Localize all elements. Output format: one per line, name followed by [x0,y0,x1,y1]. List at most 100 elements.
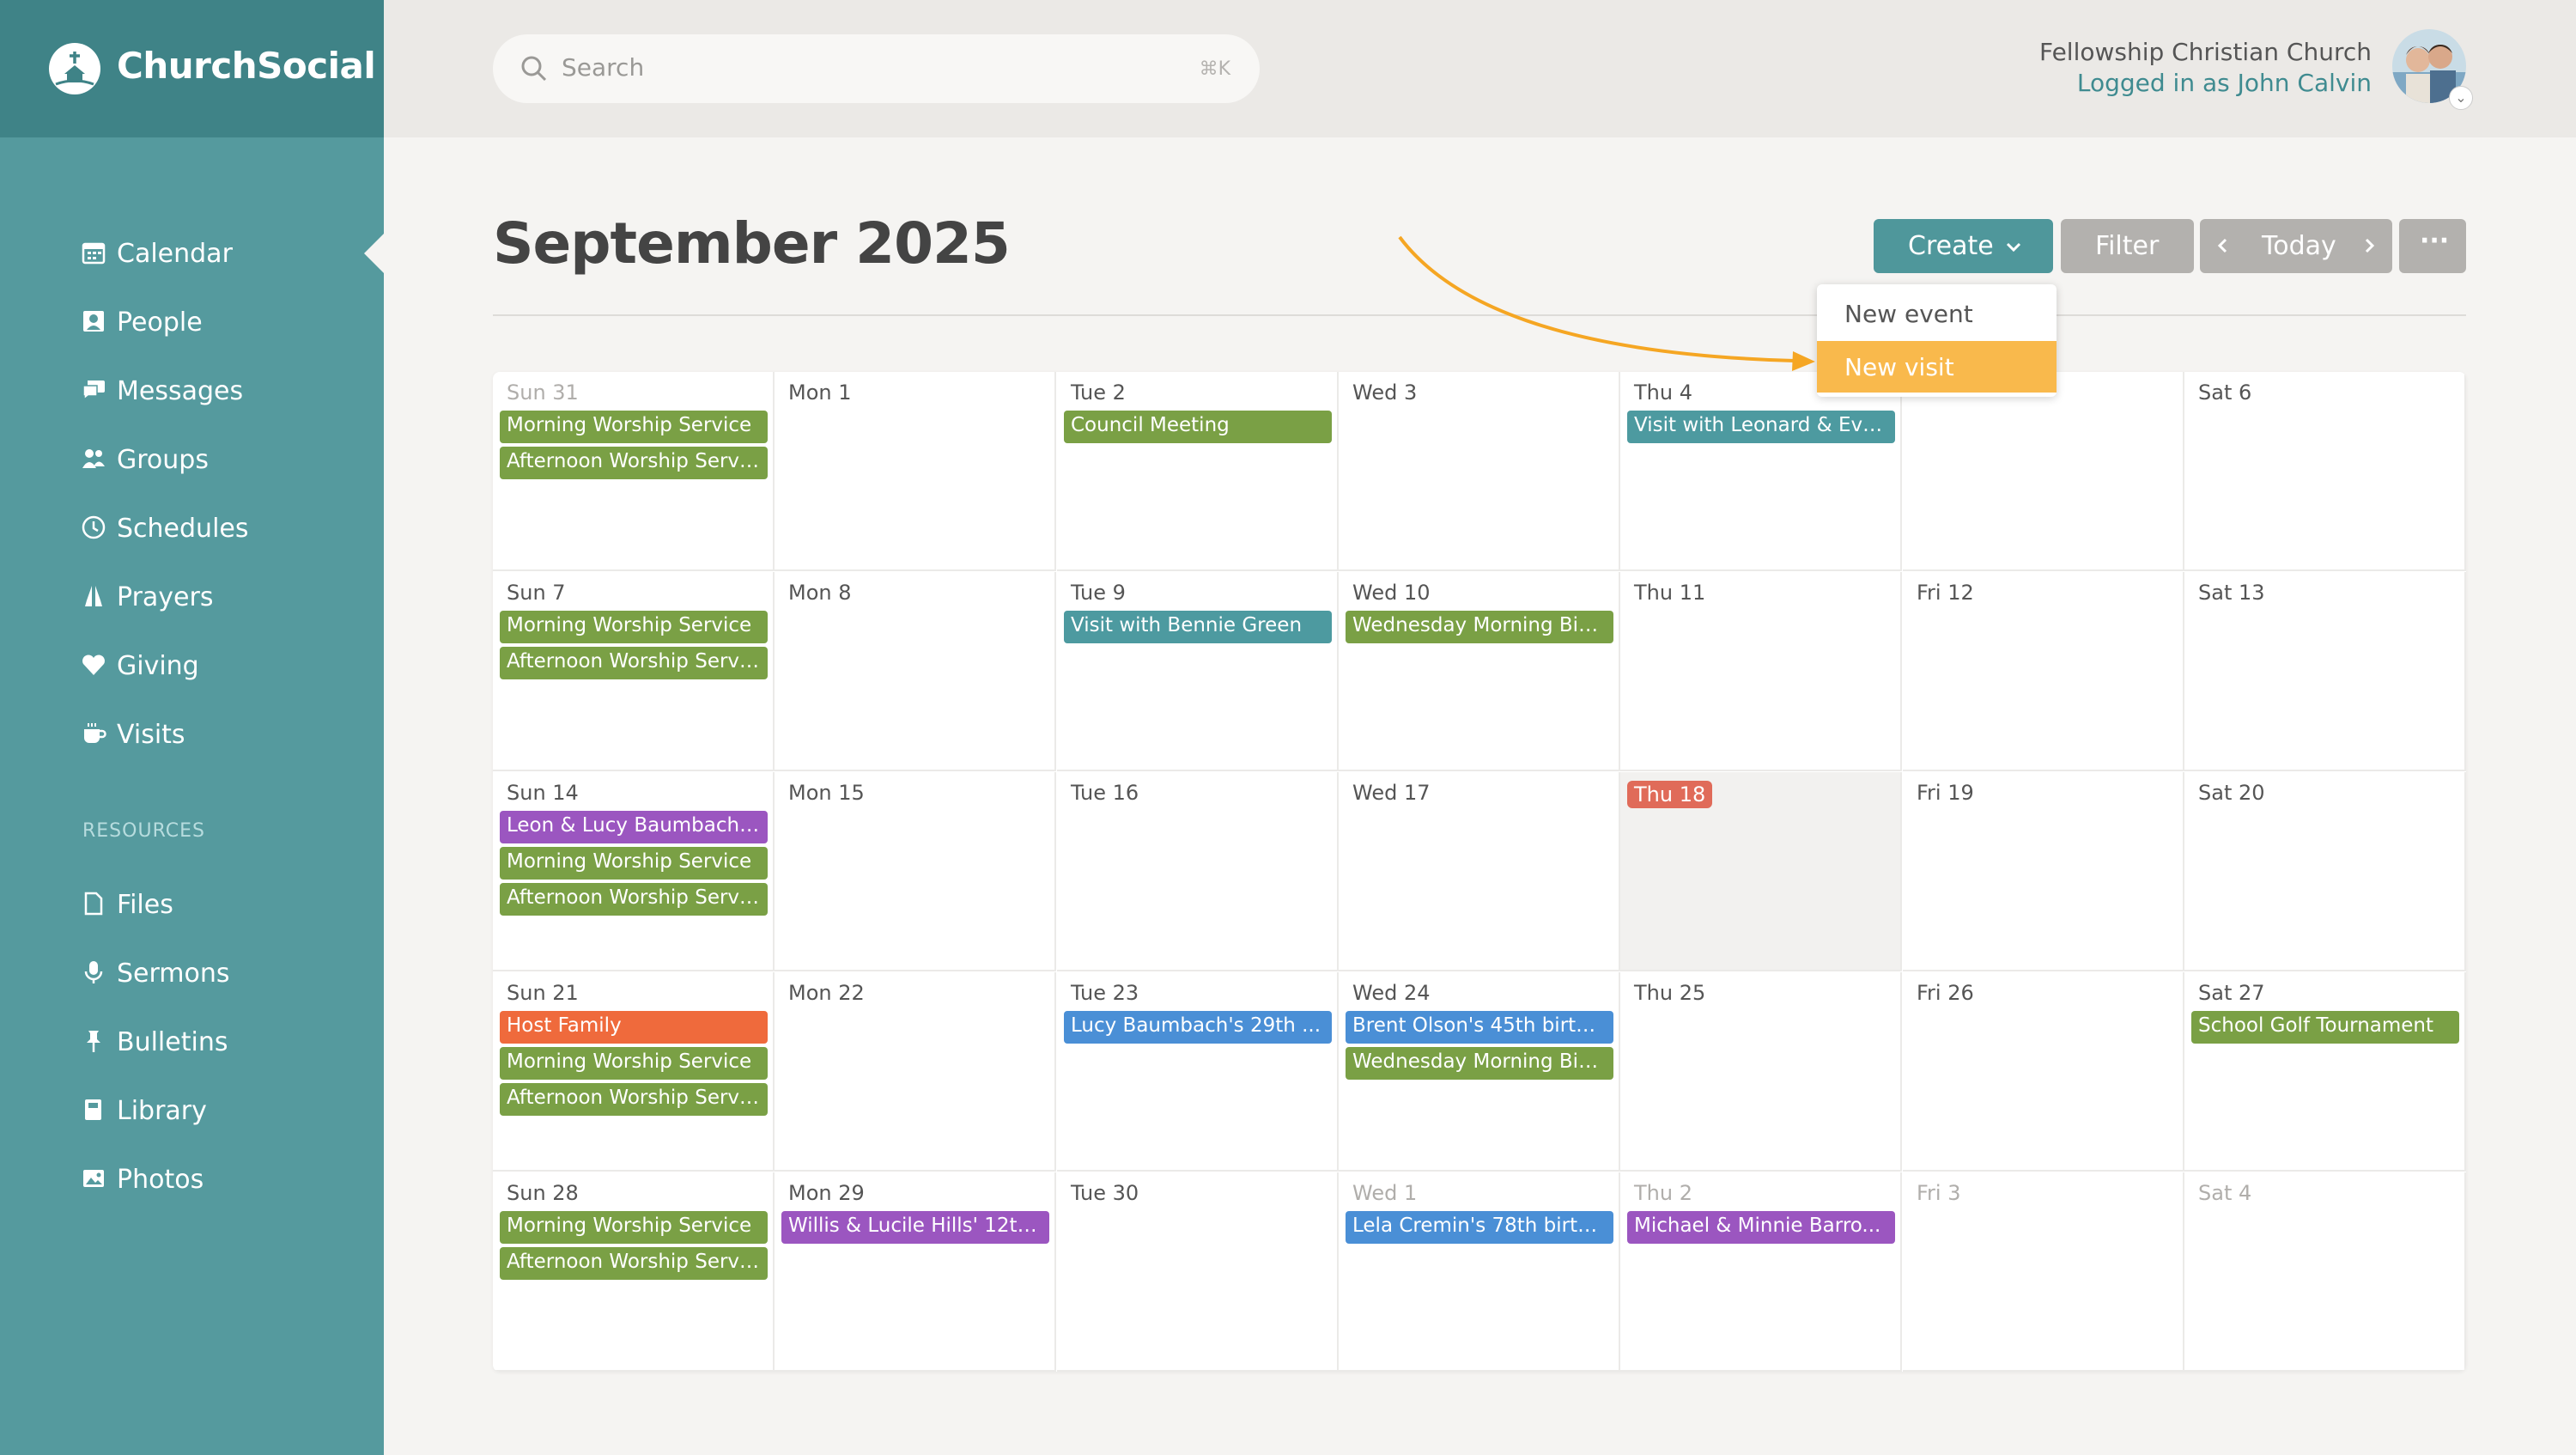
calendar-day-cell[interactable]: Wed 3 [1339,372,1620,571]
calendar-day-cell[interactable]: Fri 19 [1903,772,2184,971]
day-date-label: Sun 14 [507,781,579,805]
more-options-button[interactable]: ··· [2399,219,2466,273]
calendar-event[interactable]: Morning Worship Service [500,411,768,443]
calendar-day-cell[interactable]: Mon 29 Willis & Lucile Hills' 12th... [775,1172,1056,1372]
calendar-event[interactable]: School Golf Tournament [2191,1011,2459,1044]
calendar-day-cell[interactable]: Wed 24 Brent Olson's 45th birth... Wednesd… [1339,972,1620,1172]
calendar-event[interactable]: Morning Worship Service [500,1211,768,1244]
day-date-label: Mon 22 [788,981,865,1005]
calendar-day-cell[interactable]: Wed 17 [1339,772,1620,971]
day-date-label: Mon 29 [788,1181,865,1205]
menu-item-new-visit[interactable]: New visit [1817,341,2057,393]
menu-item-new-event[interactable]: New event [1817,288,2057,339]
calendar-day-cell[interactable]: Thu 11 [1620,572,1902,771]
chevron-right-icon[interactable] [2360,236,2379,255]
calendar-event[interactable]: Council Meeting [1064,411,1332,443]
calendar-day-cell[interactable]: Wed 10 Wednesday Morning Bib... [1339,572,1620,771]
sidebar-item-prayers[interactable]: Prayers [0,569,384,629]
sidebar-item-photos[interactable]: Photos [0,1151,384,1211]
chevron-down-icon[interactable]: ⌄ [2449,86,2473,110]
calendar-day-cell[interactable]: Thu 18 [1620,772,1902,971]
filter-button[interactable]: Filter [2061,219,2194,273]
calendar-day-cell[interactable]: Sat 13 [2184,572,2466,771]
calendar-day-cell[interactable]: Sat 4 [2184,1172,2466,1372]
sidebar-item-label: Visits [117,720,185,750]
calendar-day-cell[interactable]: Fri 12 [1903,572,2184,771]
logged-in-user[interactable]: Logged in as John Calvin [2077,69,2372,97]
create-button[interactable]: Create [1874,219,2053,273]
sidebar-item-label: Calendar [117,239,233,269]
calendar-day-cell[interactable]: Tue 16 [1057,772,1339,971]
calendar-day-cell[interactable]: Sun 14 Leon & Lucy Baumbach'... Morning Wo… [493,772,775,971]
sidebar-item-calendar[interactable]: Calendar [0,225,384,285]
calendar-day-cell[interactable]: Sat 27 School Golf Tournament [2184,972,2466,1172]
calendar-event[interactable]: Leon & Lucy Baumbach'... [500,811,768,843]
sidebar-item-messages[interactable]: Messages [0,362,384,423]
calendar-event[interactable]: Lucy Baumbach's 29th ... [1064,1011,1332,1044]
day-date-label: Tue 23 [1071,981,1139,1005]
calendar-day-cell[interactable]: Mon 8 [775,572,1056,771]
calendar-day-cell[interactable]: Sat 6 [2184,372,2466,571]
sidebar-item-people[interactable]: People [0,294,384,354]
calendar-event[interactable]: Afternoon Worship Servi... [500,1083,768,1116]
calendar-event[interactable]: Wednesday Morning Bib... [1346,1047,1613,1080]
sidebar-item-groups[interactable]: Groups [0,431,384,491]
search-input[interactable]: Search ⌘K [493,34,1260,103]
calendar-event[interactable]: Afternoon Worship Servi... [500,1247,768,1280]
calendar-event[interactable]: Willis & Lucile Hills' 12th... [781,1211,1049,1244]
calendar-day-cell[interactable]: Sun 28 Morning Worship Service Afternoon W… [493,1172,775,1372]
calendar-event[interactable]: Afternoon Worship Servi... [500,447,768,479]
calendar-day-cell[interactable]: Sun 31 Morning Worship Service Afternoon W… [493,372,775,571]
sidebar-item-library[interactable]: Library [0,1082,384,1142]
calendar-day-cell[interactable]: Fri 3 [1903,1172,2184,1372]
calendar-day-cell[interactable]: Tue 30 [1057,1172,1339,1372]
sidebar-item-label: People [117,307,203,338]
calendar-event[interactable]: Brent Olson's 45th birth... [1346,1011,1613,1044]
calendar-day-cell[interactable]: Fri 26 [1903,972,2184,1172]
calendar-day-cell[interactable]: Sat 20 [2184,772,2466,971]
day-date-label: Tue 30 [1071,1181,1139,1205]
sidebar-item-schedules[interactable]: Schedules [0,500,384,560]
calendar-day-cell[interactable]: Mon 1 [775,372,1056,571]
calendar-event[interactable]: Visit with Bennie Green [1064,611,1332,643]
calendar-day-cell[interactable]: Tue 2 Council Meeting [1057,372,1339,571]
calendar-day-cell[interactable]: Sun 7 Morning Worship Service Afternoon Wo… [493,572,775,771]
calendar-event[interactable]: Michael & Minnie Barro... [1627,1211,1895,1244]
day-date-label: Thu 25 [1634,981,1706,1005]
calendar-event[interactable]: Host Family [500,1011,768,1044]
calendar-day-cell[interactable]: Mon 22 [775,972,1056,1172]
sidebar-item-files[interactable]: Files [0,876,384,936]
calendar-event[interactable]: Afternoon Worship Servi... [500,883,768,916]
calendar-event[interactable]: Wednesday Morning Bib... [1346,611,1613,643]
app-name[interactable]: ChurchSocial [117,45,376,87]
sidebar-item-sermons[interactable]: Sermons [0,945,384,1005]
calendar-event[interactable]: Visit with Leonard & Eve... [1627,411,1895,443]
calendar-event[interactable]: Morning Worship Service [500,611,768,643]
calendar-day-cell[interactable]: Tue 23 Lucy Baumbach's 29th ... [1057,972,1339,1172]
calendar-event[interactable]: Afternoon Worship Servi... [500,647,768,679]
calendar-event[interactable]: Morning Worship Service [500,847,768,880]
calendar-event[interactable]: Lela Cremin's 78th birth... [1346,1211,1613,1244]
sidebar-item-bulletins[interactable]: Bulletins [0,1014,384,1074]
chevron-left-icon[interactable] [2214,236,2233,255]
calendar-day-cell[interactable]: Thu 2 Michael & Minnie Barro... [1620,1172,1902,1372]
day-date-label: Wed 1 [1352,1181,1418,1205]
book-icon [85,1099,101,1120]
sidebar-item-visits[interactable]: Visits [0,706,384,766]
calendar-day-cell[interactable]: Mon 15 [775,772,1056,971]
calendar-day-cell[interactable]: Sun 21 Host Family Morning Worship Service… [493,972,775,1172]
day-date-label: Wed 3 [1352,380,1418,405]
day-date-label: Wed 10 [1352,581,1431,605]
calendar-day-cell[interactable]: Wed 1 Lela Cremin's 78th birth... [1339,1172,1620,1372]
church-logo-icon[interactable] [47,41,102,96]
calendar-day-cell[interactable]: Thu 25 [1620,972,1902,1172]
groups-icon [82,449,105,468]
calendar-day-cell[interactable]: Thu 4 Visit with Leonard & Eve... [1620,372,1902,571]
day-date-label: Thu 11 [1634,581,1706,605]
calendar-day-cell[interactable]: Tue 9 Visit with Bennie Green [1057,572,1339,771]
calendar-day-cell[interactable] [1903,372,2184,571]
calendar-event[interactable]: Morning Worship Service [500,1047,768,1080]
sidebar-item-giving[interactable]: Giving [0,637,384,697]
today-button[interactable]: Today [2262,231,2336,261]
people-icon [83,311,104,332]
